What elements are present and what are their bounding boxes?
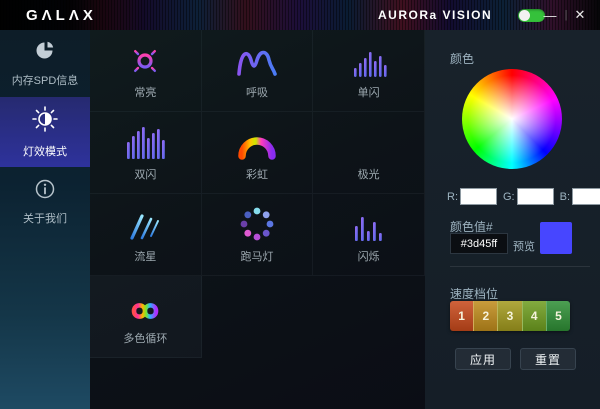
app-title: AURORa VISION bbox=[378, 8, 493, 22]
mode-grid: 常亮 呼吸 单闪 双闪 彩虹 极光 流星 跑马灯 闪烁 多色循环 bbox=[90, 30, 425, 409]
breathing-wave-icon bbox=[234, 42, 280, 78]
r-input[interactable] bbox=[460, 188, 497, 205]
preview-swatch bbox=[540, 222, 572, 254]
speed-level-3[interactable]: 3 bbox=[497, 301, 522, 331]
apply-button[interactable]: 应用 bbox=[455, 348, 511, 370]
rainbow-arc-icon bbox=[235, 124, 279, 160]
mode-label: 极光 bbox=[357, 168, 380, 181]
hex-input[interactable] bbox=[450, 233, 508, 254]
mode-flicker[interactable]: 闪烁 bbox=[313, 194, 425, 276]
mode-label: 双闪 bbox=[134, 168, 157, 181]
infinity-rainbow-icon bbox=[124, 288, 166, 324]
g-label: G: bbox=[503, 190, 515, 203]
mode-double-flash[interactable]: 双闪 bbox=[90, 112, 202, 194]
mode-meteor[interactable]: 流星 bbox=[90, 194, 202, 276]
mode-aurora[interactable]: 极光 bbox=[313, 112, 425, 194]
titlebar: GΛLΛX AURORa VISION — | ✕ bbox=[0, 0, 600, 30]
mode-single-flash[interactable]: 单闪 bbox=[313, 30, 425, 112]
panel-divider bbox=[450, 266, 590, 267]
b-label: B: bbox=[559, 190, 571, 203]
brightness-icon bbox=[31, 105, 59, 138]
mode-marquee[interactable]: 跑马灯 bbox=[201, 194, 314, 276]
close-button[interactable]: ✕ bbox=[570, 0, 590, 30]
speed-selector: 1 2 3 4 5 bbox=[450, 301, 570, 331]
mode-breathing[interactable]: 呼吸 bbox=[201, 30, 314, 112]
equalizer-bars-icon bbox=[351, 42, 387, 78]
color-wheel[interactable] bbox=[462, 69, 562, 169]
galax-logo: GΛLΛX bbox=[26, 6, 97, 24]
info-icon bbox=[34, 178, 56, 205]
mode-label: 跑马灯 bbox=[240, 250, 274, 263]
sidebar-item-about[interactable]: 关于我们 bbox=[0, 167, 90, 237]
mode-label: 彩虹 bbox=[245, 168, 268, 181]
mode-label: 呼吸 bbox=[245, 86, 268, 99]
color-panel: 颜色 R: G: B: 颜色值# 预览 速度档位 1 2 3 4 5 应用 重置 bbox=[425, 30, 600, 409]
sidebar-item-label: 关于我们 bbox=[23, 213, 67, 225]
empty-cell bbox=[202, 276, 314, 358]
speed-level-1[interactable]: 1 bbox=[450, 301, 474, 331]
mode-label: 闪烁 bbox=[357, 250, 380, 263]
color-section-title: 颜色 bbox=[450, 52, 475, 66]
toggle-knob bbox=[519, 10, 530, 21]
reset-button[interactable]: 重置 bbox=[520, 348, 576, 370]
mode-rainbow[interactable]: 彩虹 bbox=[201, 112, 314, 194]
mode-label: 流星 bbox=[134, 250, 157, 263]
sidebar-item-spd-info[interactable]: 内存SPD信息 bbox=[0, 30, 90, 97]
aurora-curtain-icon bbox=[348, 124, 390, 160]
r-label: R: bbox=[447, 190, 458, 203]
speed-level-4[interactable]: 4 bbox=[521, 301, 547, 331]
spd-pie-icon bbox=[34, 39, 57, 67]
rgb-inputs: R: G: B: bbox=[447, 188, 600, 205]
empty-cell bbox=[313, 276, 425, 358]
mode-label: 单闪 bbox=[357, 86, 380, 99]
sidebar-item-label: 内存SPD信息 bbox=[11, 75, 79, 87]
speed-level-2[interactable]: 2 bbox=[473, 301, 498, 331]
sidebar-item-label: 灯效模式 bbox=[23, 146, 67, 158]
flicker-bars-icon bbox=[352, 206, 386, 242]
mode-color-cycle[interactable]: 多色循环 bbox=[90, 276, 202, 358]
sidebar-item-light-mode[interactable]: 灯效模式 bbox=[0, 97, 90, 167]
speed-label: 速度档位 bbox=[450, 287, 499, 301]
mode-label: 多色循环 bbox=[123, 332, 168, 345]
preview-label: 预览 bbox=[513, 241, 535, 253]
aurora-vision-window: GΛLΛX AURORa VISION — | ✕ 内存SPD信息 灯效模式 关… bbox=[0, 0, 600, 409]
mode-label: 常亮 bbox=[134, 86, 157, 99]
dot-spinner-icon bbox=[239, 206, 275, 242]
g-input[interactable] bbox=[516, 188, 554, 205]
meteor-streaks-icon bbox=[123, 206, 167, 242]
double-bars-icon bbox=[125, 124, 166, 160]
b-input[interactable] bbox=[572, 188, 600, 205]
mode-always-on[interactable]: 常亮 bbox=[90, 30, 202, 112]
sun-icon bbox=[127, 42, 163, 78]
sidebar: 内存SPD信息 灯效模式 关于我们 bbox=[0, 30, 90, 409]
speed-level-5[interactable]: 5 bbox=[545, 301, 570, 331]
